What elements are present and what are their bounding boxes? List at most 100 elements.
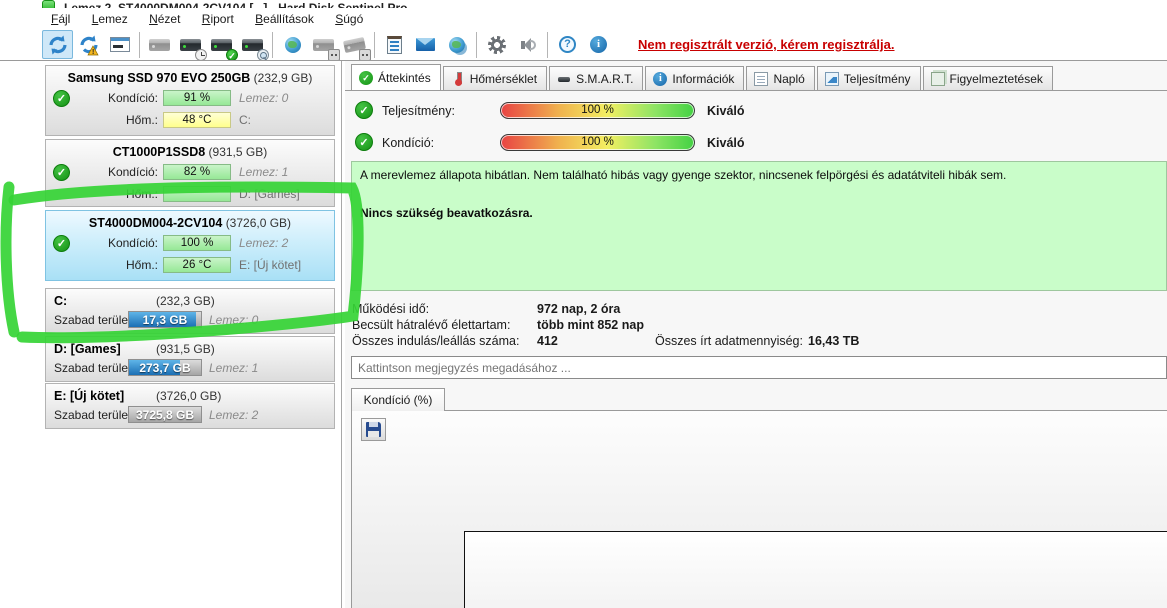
svg-text:!: ! xyxy=(92,49,94,56)
lifetime-value: több mint 852 nap xyxy=(537,318,644,332)
toolbar-separator xyxy=(476,31,477,58)
start-stop-value: 412 xyxy=(537,334,558,348)
network-disk-icon[interactable] xyxy=(277,30,308,59)
chart-icon xyxy=(824,71,839,86)
temperature-bar: 48 °C xyxy=(163,112,231,128)
title-bar: Lemez 2, ST4000DM004-2CV104 [...] - Hard… xyxy=(42,0,1167,8)
free-space-bar: 3725,8 GB xyxy=(128,406,202,423)
performance-label: Teljesítmény: xyxy=(382,104,455,118)
chart-plot-area xyxy=(464,531,1167,608)
tab-naplo[interactable]: Napló xyxy=(746,66,815,90)
disk-number: Lemez: 1 xyxy=(209,361,259,375)
disk-number: Lemez: 1 xyxy=(239,165,289,179)
toolbar-separator xyxy=(272,31,273,58)
condition-row: ✓ Kondíció: 100 % Kiváló xyxy=(345,133,1167,153)
tab-bar: ✓ Áttekintés Hőmérséklet S.M.A.R.T. i In… xyxy=(351,64,1167,90)
status-text: A merevlemez állapota hibátlan. Nem talá… xyxy=(360,168,1007,182)
disk-title: ST4000DM004-2CV104 (3726,0 GB) xyxy=(88,216,292,230)
volume-entry-c[interactable]: C: (232,3 GB) Szabad terület 17,3 GB Leme… xyxy=(45,288,335,334)
condition-label: Kondíció: xyxy=(107,91,158,105)
menu-sugo[interactable]: Súgó xyxy=(326,9,372,28)
tab-attekintes[interactable]: ✓ Áttekintés xyxy=(351,64,441,90)
disk-check-icon[interactable]: ✓ xyxy=(206,30,238,61)
app-window: Lemez 2, ST4000DM004-2CV104 [...] - Hard… xyxy=(0,0,1167,608)
tab-teljesitmeny[interactable]: Teljesítmény xyxy=(816,66,921,90)
disk-number: Lemez: 0 xyxy=(239,91,289,105)
disk-clock-icon[interactable] xyxy=(175,30,207,61)
tab-smart[interactable]: S.M.A.R.T. xyxy=(549,66,644,90)
toolbar-separator xyxy=(139,31,140,58)
save-chart-button[interactable] xyxy=(361,418,386,441)
refresh-icon[interactable] xyxy=(42,30,73,59)
data-written-value: 16,43 TB xyxy=(808,334,860,348)
menu-riport[interactable]: Riport xyxy=(193,9,243,28)
disk-volume: E: [Új kötet] xyxy=(239,258,302,272)
notepad-icon[interactable] xyxy=(379,30,410,59)
free-space-label: Szabad terület xyxy=(54,361,132,375)
disk-entry-samsung-ssd[interactable]: Samsung SSD 970 EVO 250GB (232,9 GB) ✓ K… xyxy=(45,65,335,136)
condition-rating: Kiváló xyxy=(707,136,745,150)
info-icon[interactable]: i xyxy=(583,30,614,59)
volume-title: D: [Games] (931,5 GB) xyxy=(54,342,215,356)
condition-label: Kondíció: xyxy=(107,165,158,179)
registration-notice-link[interactable]: Nem regisztrált verzió, kérem regisztrál… xyxy=(638,37,895,52)
ok-circle-icon: ✓ xyxy=(355,133,373,151)
temperature-label: Hőm.: xyxy=(125,187,158,201)
health-status-box: A merevlemez állapota hibátlan. Nem talá… xyxy=(351,161,1167,291)
volume-entry-e[interactable]: E: [Új kötet] (3726,0 GB) Szabad terület … xyxy=(45,383,335,429)
condition-label: Kondíció: xyxy=(382,136,435,150)
disk-connector-icon[interactable] xyxy=(308,30,340,61)
help-icon[interactable]: ? xyxy=(552,30,583,59)
performance-row: ✓ Teljesítmény: 100 % Kiváló xyxy=(345,101,1167,121)
condition-bar: 91 % xyxy=(163,90,231,106)
disk-volume: C: xyxy=(239,113,251,127)
sidebar-splitter[interactable] xyxy=(341,61,342,608)
disk-entry-ct1000[interactable]: CT1000P1SSD8 (931,5 GB) ✓ Kondíció: 82 %… xyxy=(45,139,335,207)
free-space-bar: 273,7 GB xyxy=(128,359,202,376)
condition-bar: 82 % xyxy=(163,164,231,180)
condition-bar: 100 % xyxy=(163,235,231,251)
menu-fajl[interactable]: Fájl xyxy=(42,9,79,28)
temperature-label: Hőm.: xyxy=(125,258,158,272)
menu-lemez[interactable]: Lemez xyxy=(83,9,137,28)
chart-tab-kondicio[interactable]: Kondíció (%) xyxy=(351,388,445,411)
network-computer-icon[interactable] xyxy=(441,30,472,59)
document-icon xyxy=(754,71,769,86)
tab-informaciok[interactable]: i Információk xyxy=(645,66,745,90)
mail-icon[interactable] xyxy=(410,30,441,59)
disk-eject-icon[interactable] xyxy=(339,30,371,61)
window-title: Lemez 2, ST4000DM004-2CV104 [...] - Hard… xyxy=(64,1,408,8)
tab-figyelmeztetesek[interactable]: Figyelmeztetések xyxy=(922,66,1053,90)
disk-search-icon[interactable] xyxy=(237,30,269,61)
disk-side-icon xyxy=(557,72,571,86)
condition-label: Kondíció: xyxy=(107,236,158,250)
pages-icon xyxy=(930,71,945,86)
status-action-text: Nincs szükség beavatkozásra. xyxy=(360,206,533,220)
tab-homerseklet[interactable]: Hőmérséklet xyxy=(442,66,548,90)
disk-gray-icon[interactable] xyxy=(144,30,175,59)
ok-circle-icon: ✓ xyxy=(355,101,373,119)
performance-bar: 100 % xyxy=(500,102,695,119)
free-space-bar: 17,3 GB xyxy=(128,311,202,328)
volume-entry-d[interactable]: D: [Games] (931,5 GB) Szabad terület 273,… xyxy=(45,336,335,382)
data-written-label: Összes írt adatmennyiség: xyxy=(655,334,803,348)
gear-icon[interactable] xyxy=(481,30,512,59)
condition-bar: 100 % xyxy=(500,134,695,151)
info-circle-icon: i xyxy=(653,71,668,86)
refresh-warning-icon[interactable]: ! xyxy=(73,30,104,59)
power-on-value: 972 nap, 2 óra xyxy=(537,302,621,316)
toolbar: ! ✓ ? i Nem regisztrált verzió, kérem re… xyxy=(42,29,1167,61)
disk-ok-icon: ✓ xyxy=(53,164,70,181)
disk-volume: D: [Games] xyxy=(239,187,300,201)
disk-entry-st4000-selected[interactable]: ST4000DM004-2CV104 (3726,0 GB) ✓ Kondíci… xyxy=(45,210,335,281)
menu-nezet[interactable]: Nézet xyxy=(140,9,189,28)
start-stop-label: Összes indulás/leállás száma: xyxy=(352,334,520,348)
comment-input[interactable] xyxy=(351,356,1167,379)
menu-beallitasok[interactable]: Beállítások xyxy=(246,9,323,28)
tab-divider xyxy=(345,90,1167,91)
lifetime-label: Becsült hátralévő élettartam: xyxy=(352,318,511,332)
report-window-icon[interactable] xyxy=(104,30,135,59)
speaker-icon[interactable] xyxy=(512,30,543,59)
disk-title: CT1000P1SSD8 (931,5 GB) xyxy=(112,145,268,159)
toolbar-separator xyxy=(374,31,375,58)
